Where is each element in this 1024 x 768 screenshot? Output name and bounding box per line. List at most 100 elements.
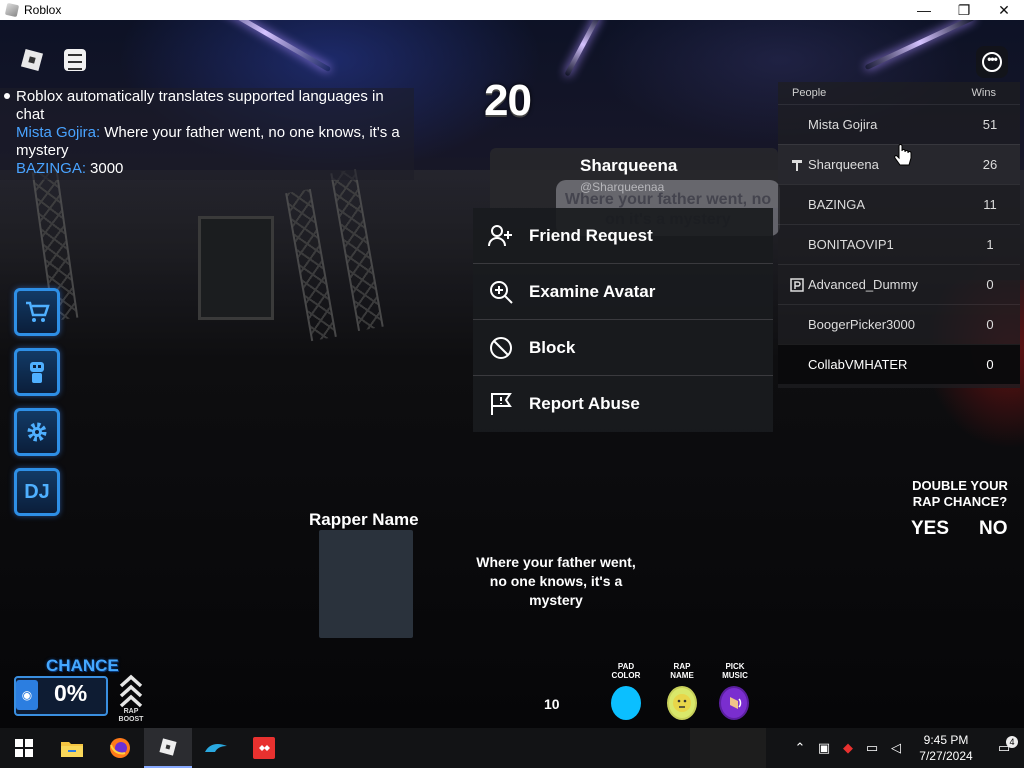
taskbar-vmware[interactable] [192,728,240,768]
leaderboard-row[interactable]: BAZINGA 11 [778,184,1020,224]
friend-request-option[interactable]: Friend Request [473,208,773,264]
network-icon[interactable]: ▭ [860,740,884,756]
roblox-app-icon [4,2,20,18]
rap-name-label: RAP NAME [670,662,694,680]
light-beam [564,20,602,77]
taskbar-roblox[interactable] [144,728,192,768]
chat-system-message: Roblox automatically translates supporte… [4,88,414,124]
lyric-text: Where your father went, no one knows, it… [476,554,636,608]
chevron-up-icon[interactable]: ⌃ [788,740,812,756]
gear-icon [27,422,47,442]
notifications-icon[interactable]: ▭ 4 [984,736,1024,756]
zoom-icon [490,280,513,304]
roblox-menu-button[interactable] [20,48,44,72]
settings-button[interactable] [14,408,60,456]
face-icon [673,694,691,712]
chance-value: 0% [54,680,88,706]
chat-message: BAZINGA: 3000 [4,160,414,178]
leaderboard-row-local-player[interactable]: CollabVMHATER 0 [778,344,1020,384]
start-button[interactable] [0,728,48,768]
rapper-name-label: Rapper Name [309,510,419,529]
webcam-icon[interactable]: ▣ [812,740,836,756]
chance-meter: ◉ CHANCE 0% RAP BOOST [14,656,143,723]
leaderboard-row[interactable]: BONITAOVIP1 1 [778,224,1020,264]
anydesk-tray-icon[interactable]: ◆ [836,740,860,756]
chat-message: Mista Gojira: Where your father went, no … [4,124,414,160]
clock[interactable]: 9:45 PM 7/27/2024 [908,732,984,764]
yes-button[interactable]: YES [911,518,949,540]
leaderboard-header: People Wins [778,82,1020,104]
taskbar-widget-area [690,728,766,768]
no-button[interactable]: NO [979,518,1008,540]
people-header: People [792,87,827,99]
player-context-menu: Friend Request Examine Avatar Block Repo… [473,208,773,432]
chat-author: BAZINGA: [16,160,87,177]
robot-icon [30,362,44,383]
game-viewport[interactable]: ••• Roblox automatically translates supp… [0,20,1024,728]
double-chance-prompt: DOUBLE YOUR RAP CHANCE? [912,478,1008,509]
dj-button[interactable]: DJ [14,468,60,516]
more-options-button[interactable]: ••• [976,46,1008,78]
rap-name-button[interactable] [667,686,697,720]
pick-music-label: PICK MUSIC [722,662,748,680]
window-title: Roblox [24,3,62,17]
minimize-button[interactable]: — [904,0,944,20]
player-display-name: Sharqueena [580,156,678,175]
leaderboard-row[interactable]: Advanced_Dummy 0 [778,264,1020,304]
block-icon [490,336,512,359]
pick-music-button[interactable] [719,686,749,720]
rap-boost-label: RAP BOOST [118,708,144,723]
windows-start-icon [15,739,33,757]
notification-count: 4 [1006,736,1018,748]
rapper-avatar-frame [319,530,413,638]
leaderboard-row[interactable]: Mista Gojira 51 [778,104,1020,144]
vmware-icon [205,744,227,752]
cart-icon [26,301,50,322]
chat-text: 3000 [90,160,124,177]
shop-button[interactable] [14,288,60,336]
flag-icon [491,393,512,415]
examine-avatar-option[interactable]: Examine Avatar [473,264,773,320]
hammer-icon [790,158,804,172]
window-titlebar: Roblox — ❐ ✕ [0,0,1024,20]
chalkboard [198,216,274,320]
wins-header: Wins [971,87,996,99]
eye-icon[interactable]: ◉ [16,680,38,710]
roblox-icon [159,738,177,756]
music-icon [730,697,742,709]
system-tray: ⌃ ▣ ◆ ▭ ◁ 9:45 PM 7/27/2024 ▭ 4 [788,728,1024,768]
chat-author: Mista Gojira: [16,124,101,141]
taskbar-firefox[interactable] [96,728,144,768]
countdown-timer: 20 [484,76,532,125]
light-beam [198,20,332,73]
add-friend-icon [488,224,512,246]
clock-date: 7/27/2024 [919,749,973,763]
taskbar-anydesk[interactable] [240,728,288,768]
restore-button[interactable]: ❐ [944,0,984,20]
chance-label: CHANCE [46,656,119,675]
firefox-icon [110,738,130,758]
report-abuse-option[interactable]: Report Abuse [473,376,773,432]
taskbar: ⌃ ▣ ◆ ▭ ◁ 9:45 PM 7/27/2024 ▭ 4 [0,728,1024,768]
friend-request-label: Friend Request [529,225,653,245]
file-explorer-icon [61,742,83,757]
roblox-icon [20,48,44,72]
chat-button[interactable] [64,49,86,71]
premium-icon [790,277,804,292]
leaderboard: People Wins Mista Gojira 51 Sharqueena 26 … [778,82,1020,388]
pad-color-button[interactable] [611,686,641,720]
chat-window: Roblox automatically translates supporte… [0,88,414,180]
close-button[interactable]: ✕ [984,0,1024,20]
hand-cursor-icon [894,144,912,166]
more-icon: ••• [982,52,1002,72]
block-option[interactable]: Block [473,320,773,376]
leaderboard-row[interactable]: BoogerPicker3000 0 [778,304,1020,344]
examine-avatar-label: Examine Avatar [529,281,656,301]
light-beam [864,20,976,71]
anydesk-icon [253,737,275,759]
block-label: Block [529,337,576,357]
volume-muted-icon[interactable]: ◁ [884,740,908,756]
pad-color-label: PAD COLOR [611,662,641,680]
avatar-button[interactable] [14,348,60,396]
taskbar-file-explorer[interactable] [48,728,96,768]
